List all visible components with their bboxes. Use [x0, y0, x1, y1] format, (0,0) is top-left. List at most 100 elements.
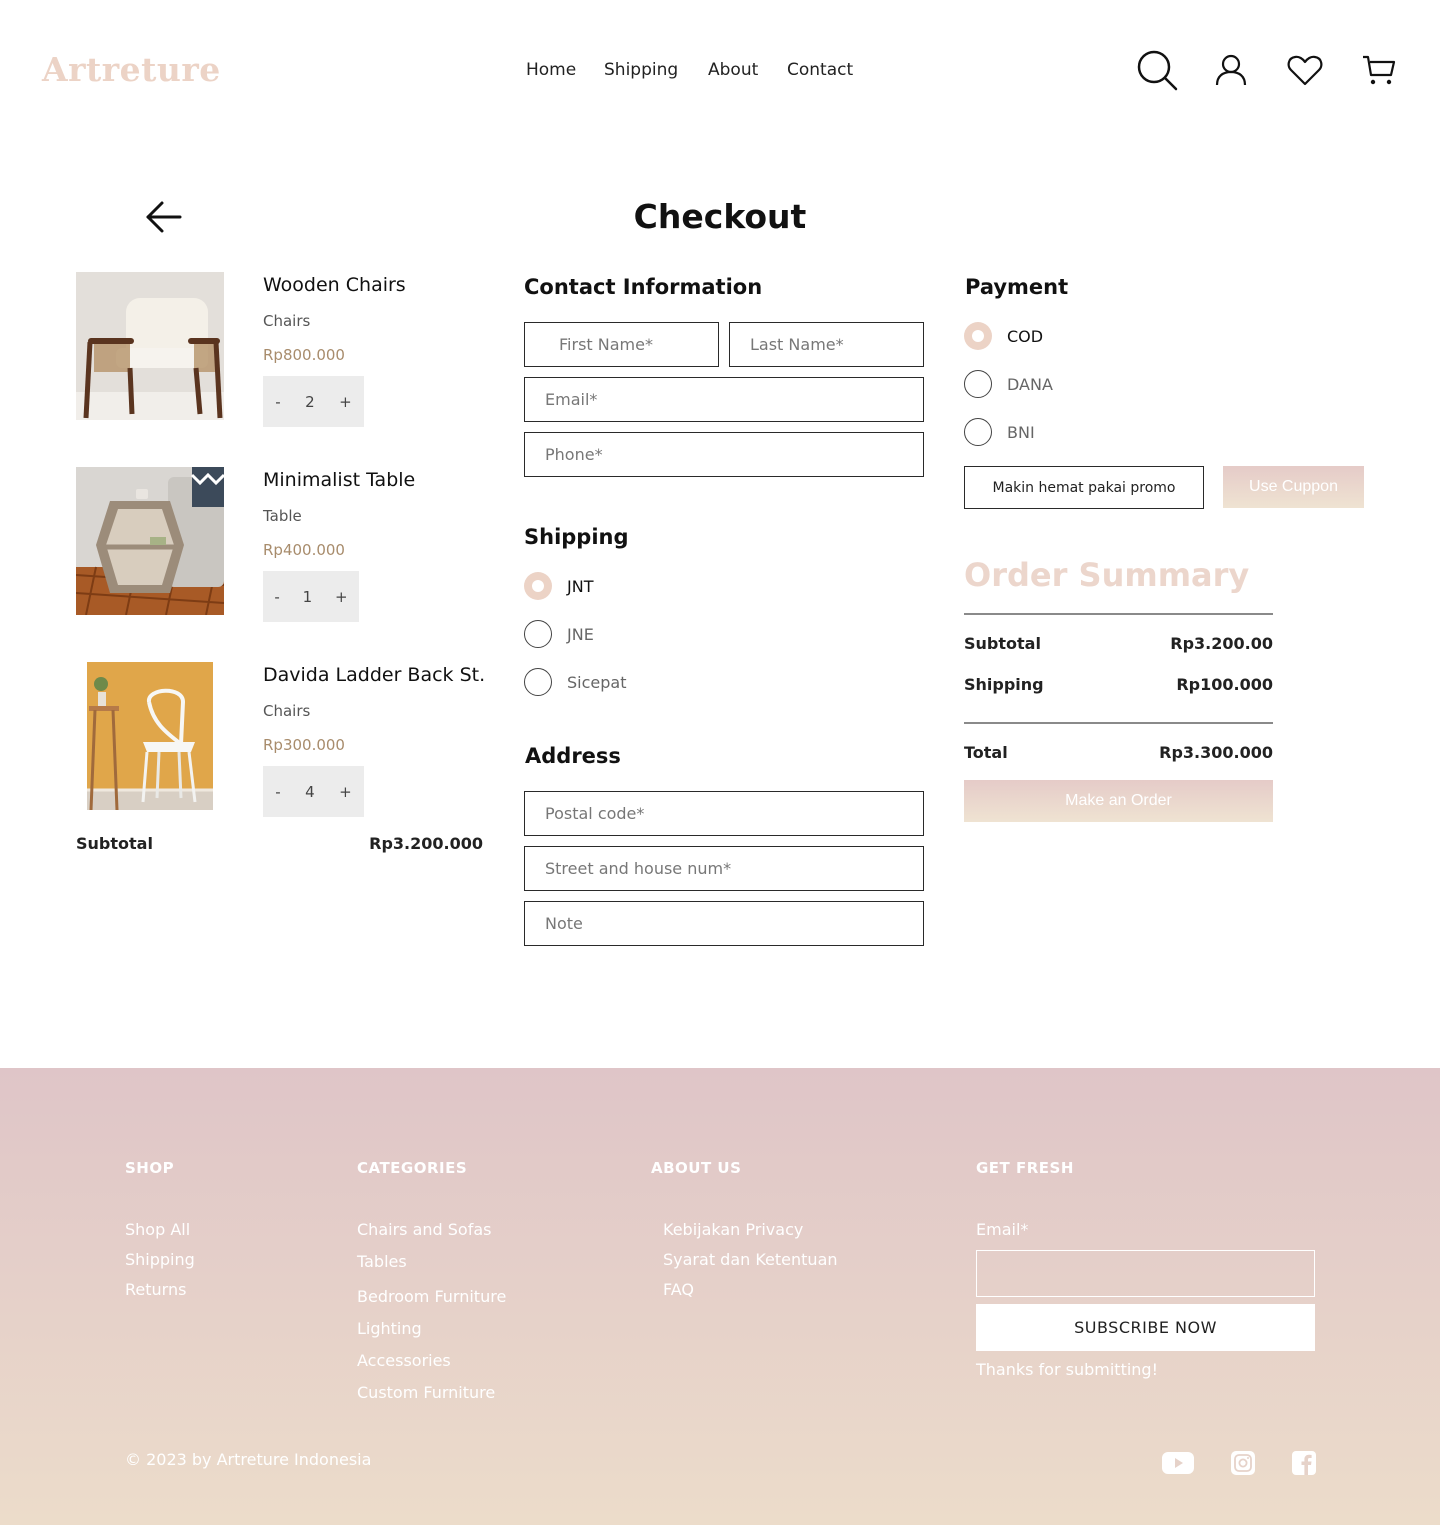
payment-heading: Payment	[965, 275, 1069, 299]
radio-unselected[interactable]	[524, 668, 552, 696]
quantity-value[interactable]: 4	[305, 783, 315, 801]
footer-link-tables[interactable]: Tables	[357, 1252, 407, 1271]
increment-button[interactable]: +	[339, 393, 352, 411]
summary-subtotal-row: Subtotal Rp3.200.00	[964, 634, 1273, 653]
first-name-field[interactable]: First Name*	[524, 322, 719, 367]
cart-subtotal-value: Rp3.200.000	[369, 834, 483, 853]
cart-icon[interactable]	[1362, 54, 1396, 86]
quantity-value[interactable]: 2	[305, 393, 315, 411]
search-icon[interactable]	[1136, 49, 1178, 91]
nav-about[interactable]: About	[708, 60, 758, 80]
cart-item: Wooden Chairs Chairs Rp800.000 - 2 +	[76, 272, 486, 432]
shipping-option-label: JNT	[567, 576, 594, 596]
decrement-button[interactable]: -	[275, 393, 280, 411]
email-field[interactable]: Email*	[524, 377, 924, 422]
payment-option-label: BNI	[1007, 422, 1035, 442]
radio-unselected[interactable]	[524, 620, 552, 648]
note-field[interactable]: Note	[524, 901, 924, 946]
shipping-heading: Shipping	[524, 525, 629, 549]
summary-subtotal-value: Rp3.200.00	[1170, 634, 1273, 653]
youtube-icon[interactable]	[1162, 1452, 1194, 1474]
nav-shipping[interactable]: Shipping	[604, 60, 678, 80]
product-image-ladder-chair[interactable]	[87, 662, 213, 810]
radio-selected[interactable]	[524, 572, 552, 600]
footer-fresh-heading: GET FRESH	[976, 1159, 1074, 1177]
summary-total-value: Rp3.300.000	[1159, 743, 1273, 762]
quantity-value[interactable]: 1	[303, 588, 313, 606]
site-footer: SHOP Shop All Shipping Returns CATEGORIE…	[0, 1068, 1440, 1525]
heart-icon[interactable]	[1287, 54, 1323, 86]
nav-home[interactable]: Home	[526, 60, 576, 80]
divider	[964, 613, 1273, 615]
quantity-stepper: - 2 +	[263, 376, 364, 427]
last-name-field[interactable]: Last Name*	[729, 322, 924, 367]
postal-code-field[interactable]: Postal code*	[524, 791, 924, 836]
summary-shipping-value: Rp100.000	[1176, 675, 1273, 694]
footer-link-lighting[interactable]: Lighting	[357, 1319, 422, 1338]
nav-contact[interactable]: Contact	[787, 60, 853, 80]
radio-unselected[interactable]	[964, 370, 992, 398]
cart-item: Davida Ladder Back St... Chairs Rp300.00…	[76, 662, 486, 822]
subscribe-button[interactable]: SUBSCRIBE NOW	[976, 1304, 1315, 1351]
use-coupon-button[interactable]: Use Cuppon	[1223, 466, 1364, 508]
subscribe-confirmation: Thanks for submitting!	[976, 1360, 1158, 1379]
shipping-option-jnt[interactable]: JNT	[524, 572, 593, 600]
footer-link-bedroom[interactable]: Bedroom Furniture	[357, 1287, 506, 1306]
phone-field[interactable]: Phone*	[524, 432, 924, 477]
summary-shipping-label: Shipping	[964, 675, 1044, 694]
street-field[interactable]: Street and house num*	[524, 846, 924, 891]
product-category: Table	[263, 507, 302, 525]
newsletter-email-label: Email*	[976, 1220, 1029, 1239]
increment-button[interactable]: +	[335, 588, 348, 606]
footer-link-accessories[interactable]: Accessories	[357, 1351, 451, 1370]
summary-total-label: Total	[964, 743, 1008, 762]
product-name[interactable]: Wooden Chairs	[263, 274, 485, 296]
facebook-icon[interactable]	[1292, 1451, 1316, 1475]
footer-link-faq[interactable]: FAQ	[663, 1280, 694, 1299]
footer-link-returns[interactable]: Returns	[125, 1280, 186, 1299]
summary-total-row: Total Rp3.300.000	[964, 743, 1273, 762]
instagram-icon[interactable]	[1231, 1451, 1255, 1475]
radio-selected[interactable]	[964, 322, 992, 350]
newsletter-email-input[interactable]	[976, 1250, 1315, 1297]
contact-heading: Contact Information	[524, 275, 763, 299]
product-name[interactable]: Minimalist Table	[263, 469, 485, 491]
divider	[964, 722, 1273, 724]
promo-code-field[interactable]: Makin hemat pakai promo	[964, 466, 1204, 509]
footer-shop-heading: SHOP	[125, 1159, 175, 1177]
decrement-button[interactable]: -	[274, 588, 279, 606]
footer-link-custom[interactable]: Custom Furniture	[357, 1383, 495, 1402]
cart-item: Minimalist Table Table Rp400.000 - 1 +	[76, 467, 486, 627]
footer-link-terms[interactable]: Syarat dan Ketentuan	[663, 1250, 838, 1269]
footer-link-chairs-sofas[interactable]: Chairs and Sofas	[357, 1220, 491, 1239]
product-image-wooden-chair[interactable]	[76, 272, 224, 420]
product-image-minimalist-table[interactable]	[76, 467, 224, 615]
shipping-option-label: Sicepat	[567, 672, 627, 692]
increment-button[interactable]: +	[339, 783, 352, 801]
user-icon[interactable]	[1214, 53, 1248, 87]
shipping-option-sicepat[interactable]: Sicepat	[524, 668, 626, 696]
product-price: Rp400.000	[263, 541, 345, 559]
make-order-button[interactable]: Make an Order	[964, 780, 1273, 822]
brand-logo[interactable]: Artreture	[42, 50, 221, 89]
order-summary-title: Order Summary	[964, 556, 1250, 594]
decrement-button[interactable]: -	[275, 783, 280, 801]
payment-option-cod[interactable]: COD	[964, 322, 1043, 350]
footer-link-shop-all[interactable]: Shop All	[125, 1220, 190, 1239]
product-category: Chairs	[263, 312, 311, 330]
shipping-option-jne[interactable]: JNE	[524, 620, 594, 648]
product-price: Rp300.000	[263, 736, 345, 754]
product-category: Chairs	[263, 702, 311, 720]
summary-subtotal-label: Subtotal	[964, 634, 1041, 653]
payment-option-bni[interactable]: BNI	[964, 418, 1035, 446]
footer-link-privacy[interactable]: Kebijakan Privacy	[663, 1220, 803, 1239]
cart-subtotal-label: Subtotal	[76, 834, 153, 853]
copyright: © 2023 by Artreture Indonesia	[125, 1450, 372, 1469]
footer-link-shipping[interactable]: Shipping	[125, 1250, 195, 1269]
address-heading: Address	[525, 744, 621, 768]
product-price: Rp800.000	[263, 346, 345, 364]
product-name[interactable]: Davida Ladder Back St...	[263, 664, 485, 686]
payment-option-dana[interactable]: DANA	[964, 370, 1053, 398]
radio-unselected[interactable]	[964, 418, 992, 446]
quantity-stepper: - 4 +	[263, 766, 364, 817]
